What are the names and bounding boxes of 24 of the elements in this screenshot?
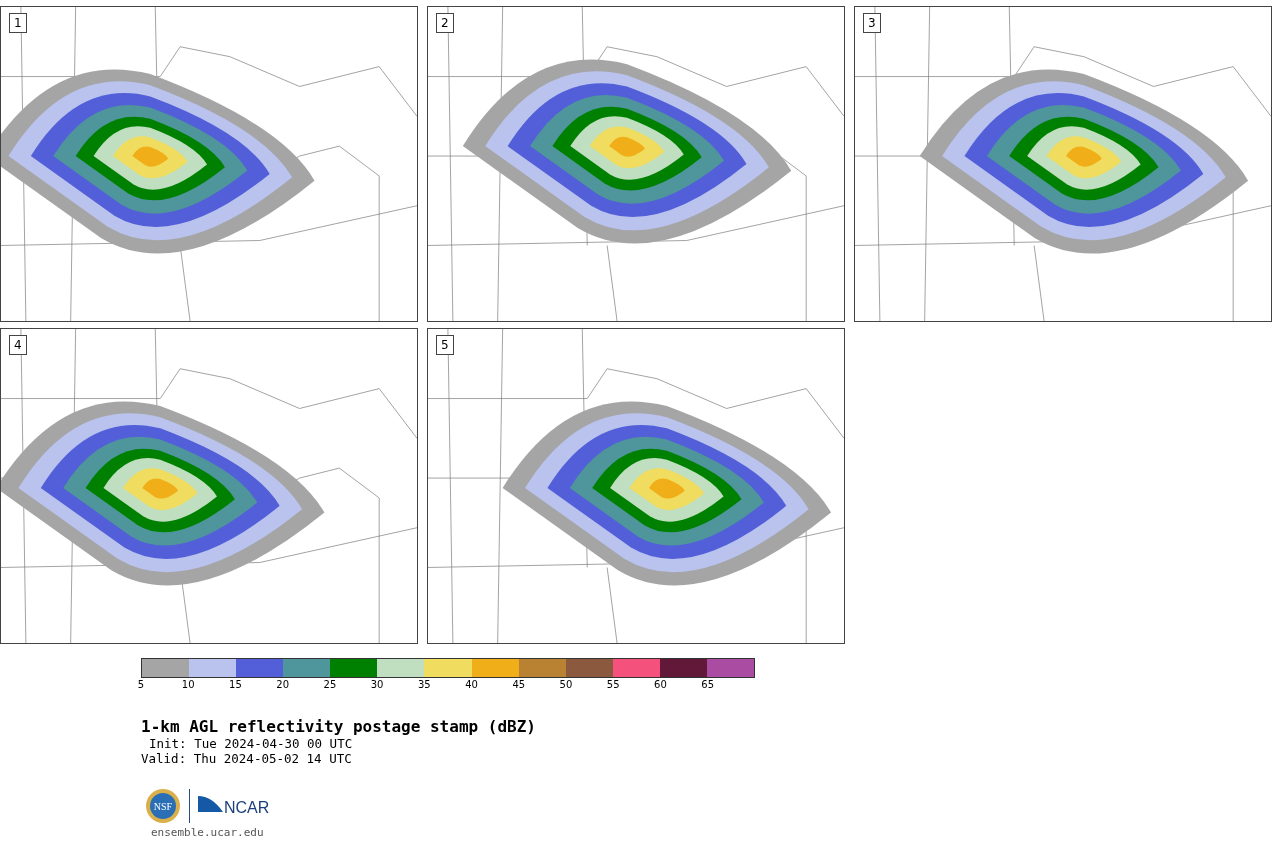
tick-label: 45 bbox=[511, 678, 527, 692]
tick-label: 25 bbox=[322, 678, 338, 692]
tick-label: 10 bbox=[180, 678, 196, 692]
panel-number: 3 bbox=[863, 13, 881, 33]
tick-label: 40 bbox=[464, 678, 479, 692]
plot-title: 1-km AGL reflectivity postage stamp (dBZ) bbox=[141, 718, 537, 736]
site-url: ensemble.ucar.edu bbox=[150, 826, 265, 839]
tick-label: 60 bbox=[653, 678, 668, 692]
panel-number: 2 bbox=[436, 13, 454, 33]
valid-time: Valid: Thu 2024-05-02 14 UTC bbox=[141, 751, 353, 766]
tick-label: 35 bbox=[416, 678, 432, 692]
ncar-logo: NCAR bbox=[198, 794, 274, 818]
tick-label: 30 bbox=[369, 678, 385, 692]
seal-logo: NSF bbox=[145, 788, 181, 824]
panel-number: 4 bbox=[9, 335, 27, 355]
tick-label: 15 bbox=[228, 678, 243, 692]
panel-number: 1 bbox=[9, 13, 27, 33]
tick-label: 5 bbox=[136, 678, 146, 692]
tick-label: 55 bbox=[605, 678, 621, 692]
init-time: Init: Tue 2024-04-30 00 UTC bbox=[148, 736, 354, 751]
tick-label: 50 bbox=[558, 678, 574, 692]
panel-number: 5 bbox=[436, 335, 454, 355]
tick-label: 20 bbox=[275, 678, 291, 692]
tick-label: 65 bbox=[700, 678, 715, 692]
